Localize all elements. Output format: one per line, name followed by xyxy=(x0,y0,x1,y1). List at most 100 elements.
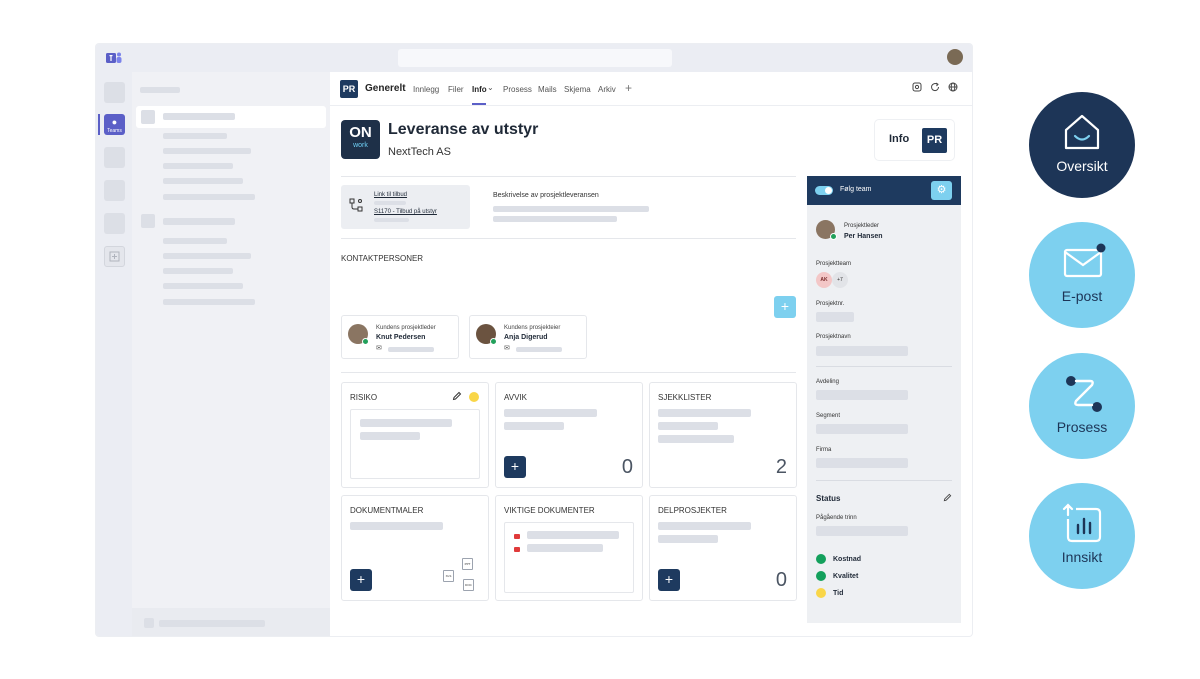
expand-icon[interactable] xyxy=(912,82,922,95)
placeholder-bar xyxy=(816,424,908,434)
placeholder-bar xyxy=(658,409,751,417)
search-input[interactable] xyxy=(398,49,672,67)
placeholder-bar xyxy=(159,620,265,627)
placeholder-bar xyxy=(163,163,233,169)
mail-icon[interactable]: ✉ xyxy=(376,344,382,352)
status-dot-kvalitet xyxy=(816,571,826,581)
placeholder-bar xyxy=(144,618,154,628)
title-bar xyxy=(96,44,972,72)
refresh-icon[interactable] xyxy=(930,82,940,95)
placeholder-bar xyxy=(388,347,434,352)
pencil-icon[interactable] xyxy=(943,493,952,504)
chevron-down-icon[interactable]: ⌄ xyxy=(487,83,494,92)
globe-icon[interactable] xyxy=(948,82,958,95)
placeholder-bar xyxy=(816,526,908,536)
tab-skjema[interactable]: Skjema xyxy=(564,85,591,94)
placeholder-bar xyxy=(816,312,854,322)
add-template-button[interactable]: + xyxy=(350,569,372,591)
card-delprosjekter[interactable]: Delprosjekter + 0 xyxy=(649,495,797,601)
project-number-label: Prosjektnr. xyxy=(816,301,845,307)
link-s1170[interactable]: S1170 - Tilbud på utstyr xyxy=(374,209,437,215)
page-title: Leveranse av utstyr xyxy=(388,121,539,138)
placeholder-bar[interactable] xyxy=(527,544,603,552)
card-title: Delprosjekter xyxy=(658,506,727,515)
rail-app-files[interactable] xyxy=(104,213,125,234)
status-label-tid: Tid xyxy=(833,590,844,597)
team-more-chip[interactable]: +7 xyxy=(832,272,848,288)
add-tab-button[interactable]: + xyxy=(625,81,632,95)
feature-e-post[interactable]: E-post xyxy=(1029,222,1135,328)
project-team-label: Prosjektteam xyxy=(816,261,852,267)
team-member-chip[interactable]: AK xyxy=(816,272,832,288)
contact-card[interactable]: Kundens prosjekteier Anja Digerud ✉ xyxy=(469,315,587,359)
presence-available-icon xyxy=(362,338,369,345)
placeholder-bar xyxy=(163,268,233,274)
logo-on-text: ON xyxy=(349,124,372,141)
placeholder-bar xyxy=(163,113,235,120)
tab-prosess[interactable]: Prosess xyxy=(503,85,532,94)
mail-icon[interactable]: ✉ xyxy=(504,344,510,352)
avvik-count: 0 xyxy=(621,456,633,478)
status-dot-kostnad xyxy=(816,554,826,564)
project-name-label: Prosjektnavn xyxy=(816,334,851,340)
rail-add-apps[interactable] xyxy=(104,246,125,267)
rail-app-activity[interactable] xyxy=(104,82,125,103)
rail-app-calls[interactable] xyxy=(104,180,125,201)
placeholder-bar xyxy=(374,201,406,205)
link-tilbud[interactable]: Link til tilbud xyxy=(374,192,407,198)
card-viktige-dokumenter[interactable]: Viktige dokumenter xyxy=(495,495,643,601)
divider xyxy=(341,176,796,177)
feature-prosess[interactable]: Prosess xyxy=(1029,353,1135,459)
contact-card[interactable]: Kundens prosjektleder Knut Pedersen ✉ xyxy=(341,315,459,359)
mail-icon xyxy=(1063,243,1106,278)
feature-oversikt[interactable]: Oversikt xyxy=(1029,92,1135,198)
info-panel-toggle[interactable]: Info PR xyxy=(875,120,954,160)
placeholder-bar xyxy=(163,299,255,305)
tab-info[interactable]: Info xyxy=(472,85,487,94)
pdf-file-icon xyxy=(514,534,520,539)
segment-label: Segment xyxy=(816,413,841,419)
tab-innlegg[interactable]: Innlegg xyxy=(413,85,439,94)
sidebar-header: Følg team ⚙ xyxy=(807,176,961,205)
rail-teams-label: Teams xyxy=(107,128,122,134)
gear-icon[interactable]: ⚙ xyxy=(931,181,952,200)
doc-file-icon: DOC xyxy=(463,579,474,591)
placeholder-bar xyxy=(163,133,227,139)
placeholder-bar xyxy=(163,218,235,225)
rail-app-teams[interactable]: ● Teams xyxy=(104,114,125,135)
rail-app-calendar[interactable] xyxy=(104,147,125,168)
placeholder-bar[interactable] xyxy=(527,531,619,539)
tab-arkiv[interactable]: Arkiv xyxy=(598,85,616,94)
add-avvik-button[interactable]: + xyxy=(504,456,526,478)
placeholder-bar xyxy=(516,347,562,352)
rail-active-indicator xyxy=(98,114,100,135)
placeholder-bar xyxy=(374,218,409,222)
add-subproject-button[interactable]: + xyxy=(658,569,680,591)
divider xyxy=(341,238,796,239)
card-avvik[interactable]: Avvik + 0 xyxy=(495,382,643,488)
tab-mails[interactable]: Mails xyxy=(538,85,557,94)
feature-label: Innsikt xyxy=(1061,549,1103,565)
channel-name: Generelt xyxy=(365,83,406,94)
placeholder-bar xyxy=(658,535,718,543)
project-leader-label: Prosjektleder xyxy=(844,223,880,229)
card-dokumentmaler[interactable]: Dokumentmaler + PPT XLS DOC xyxy=(341,495,489,601)
pencil-icon[interactable] xyxy=(452,391,462,403)
add-contact-button[interactable]: + xyxy=(774,296,796,318)
card-sjekklister[interactable]: Sjekklister 2 xyxy=(649,382,797,488)
document-list xyxy=(504,522,634,593)
department-label: Avdeling xyxy=(816,379,839,385)
contact-role: Kundens prosjektleder xyxy=(376,325,436,331)
tab-filer[interactable]: Filer xyxy=(448,85,464,94)
card-risiko[interactable]: Risiko xyxy=(341,382,489,488)
presence-available-icon xyxy=(490,338,497,345)
firm-label: Firma xyxy=(816,447,832,453)
placeholder-bar xyxy=(658,422,718,430)
status-label-kvalitet: Kvalitet xyxy=(833,573,859,580)
follow-team-toggle[interactable] xyxy=(815,186,833,195)
divider xyxy=(341,372,796,373)
card-title: Viktige dokumenter xyxy=(504,506,595,515)
user-avatar[interactable] xyxy=(947,49,963,65)
divider xyxy=(816,480,952,481)
feature-innsikt[interactable]: Innsikt xyxy=(1029,483,1135,589)
